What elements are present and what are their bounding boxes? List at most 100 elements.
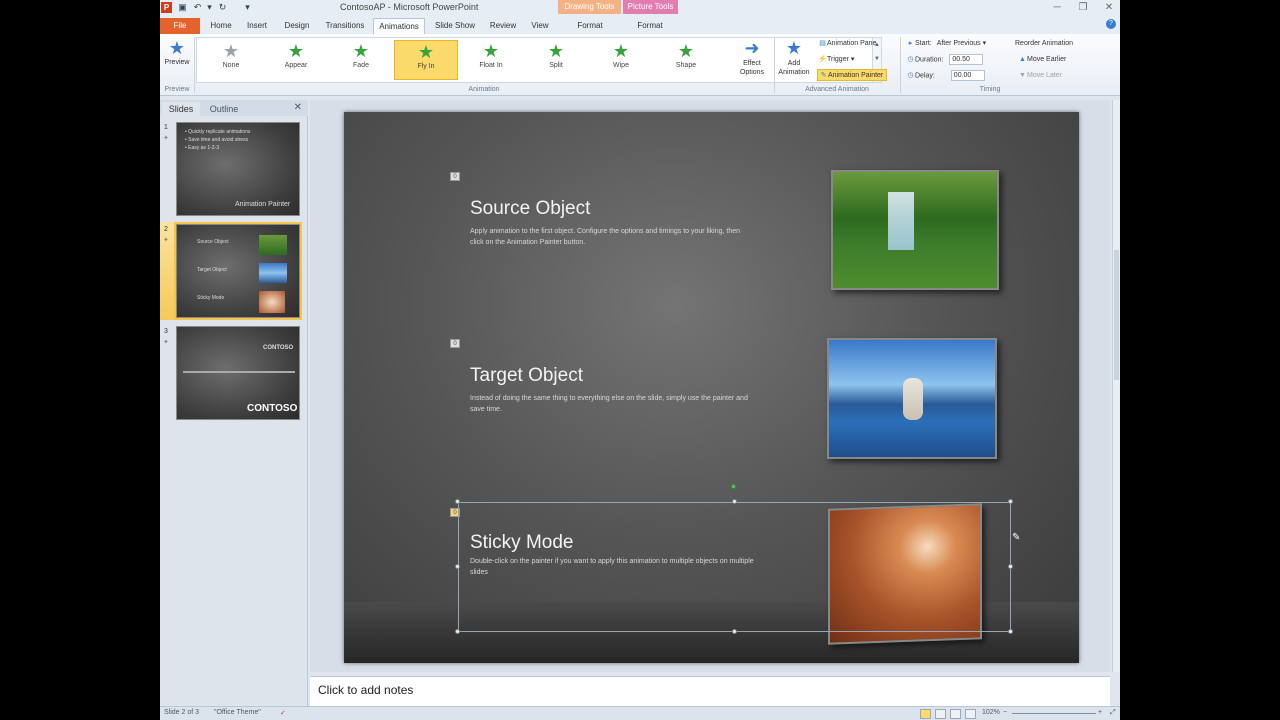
move-later-button[interactable]: ▼Move Later: [1018, 70, 1062, 82]
animation-fade[interactable]: ★ Fade: [329, 40, 393, 80]
vertical-scrollbar[interactable]: [1112, 100, 1120, 672]
fit-to-window-icon[interactable]: ⤢: [1110, 709, 1116, 717]
animation-none[interactable]: ★ None: [199, 40, 263, 80]
paintbrush-icon: ✎: [820, 72, 827, 79]
spellcheck-icon[interactable]: ✓: [280, 709, 286, 717]
tab-review[interactable]: Review: [485, 18, 521, 34]
resize-handle-w[interactable]: [455, 564, 460, 569]
resize-handle-sw[interactable]: [455, 629, 460, 634]
tab-slides[interactable]: Slides: [162, 102, 200, 116]
delay-spinner[interactable]: 00.00: [950, 70, 985, 81]
tab-design[interactable]: Design: [278, 18, 316, 34]
animation-tag-1[interactable]: 0: [450, 172, 460, 181]
customize-qat-icon[interactable]: ▾: [242, 2, 253, 13]
undo-icon[interactable]: ↶: [192, 2, 203, 13]
animation-pane-button[interactable]: ▤Animation Pane: [818, 38, 876, 50]
stacked-stones-photo[interactable]: [827, 338, 997, 459]
shape-star-icon: ★: [677, 41, 695, 61]
animation-tag-2[interactable]: 0: [450, 339, 460, 348]
close-button[interactable]: ✕: [1102, 1, 1116, 14]
trigger-icon: ⚡: [818, 56, 827, 63]
duration-spinner[interactable]: 00.50: [949, 54, 984, 65]
close-pane-icon[interactable]: ✕: [294, 102, 302, 113]
tab-transitions[interactable]: Transitions: [320, 18, 370, 34]
start-field[interactable]: ▸ Start: After Previous ▾: [906, 38, 986, 50]
zoom-level[interactable]: 102%: [982, 709, 1000, 716]
resize-handle-e[interactable]: [1008, 564, 1013, 569]
rotation-handle[interactable]: [731, 484, 736, 489]
slide-number: 3: [164, 328, 168, 335]
animation-wipe[interactable]: ★ Wipe: [589, 40, 653, 80]
slide-canvas[interactable]: 0 Source Object Apply animation to the f…: [344, 112, 1079, 663]
zoom-slider[interactable]: [1012, 713, 1096, 714]
preview-button[interactable]: ★ Preview: [162, 38, 192, 66]
window-title: ContosoAP - Microsoft PowerPoint: [340, 2, 479, 12]
slide-thumbnail-2[interactable]: Source Object Target Object Sticky Mode: [174, 222, 302, 320]
zoom-in-icon[interactable]: +: [1098, 709, 1102, 716]
resize-handle-se[interactable]: [1008, 629, 1013, 634]
animation-float-in[interactable]: ★ Float In: [459, 40, 523, 80]
source-object-body[interactable]: Apply animation to the first object. Con…: [470, 226, 755, 248]
effect-options-button[interactable]: ➜ Effect Options: [732, 38, 772, 77]
delay-field[interactable]: ◷Delay: 00.00: [906, 70, 985, 82]
save-icon[interactable]: ▣: [177, 2, 188, 13]
ribbon: ★ Preview Preview ★ None ★ Appear ★ Fade…: [160, 34, 1120, 96]
normal-view-button[interactable]: [920, 709, 931, 719]
powerpoint-app-icon[interactable]: P: [161, 2, 172, 13]
pane-tabs: Slides Outline ✕: [160, 100, 308, 116]
move-later-icon: ▼: [1019, 72, 1026, 79]
tab-insert[interactable]: Insert: [240, 18, 274, 34]
reading-view-button[interactable]: [950, 709, 961, 719]
forest-waterfall-photo[interactable]: [831, 170, 999, 290]
animation-appear[interactable]: ★ Appear: [264, 40, 328, 80]
slide-thumbnail-1[interactable]: • Quickly replicate animations • Save ti…: [176, 122, 300, 216]
tab-home[interactable]: Home: [205, 18, 237, 34]
zoom-out-icon[interactable]: −: [1003, 709, 1007, 716]
source-object-title[interactable]: Source Object: [470, 198, 590, 220]
help-icon[interactable]: ?: [1106, 19, 1116, 29]
tab-animations[interactable]: Animations: [373, 18, 425, 34]
delay-clock-icon: ◷: [907, 72, 914, 80]
duration-field[interactable]: ◷Duration: 00.50: [906, 54, 984, 66]
slide-sorter-view-button[interactable]: [935, 709, 946, 719]
animation-split[interactable]: ★ Split: [524, 40, 588, 80]
group-label-preview: Preview: [164, 86, 190, 93]
slide-counter: Slide 2 of 3: [164, 709, 200, 716]
minimize-button[interactable]: ─: [1050, 1, 1064, 14]
resize-handle-nw[interactable]: [455, 499, 460, 504]
tab-picture-format[interactable]: Format: [630, 18, 670, 34]
slides-pane: Slides Outline ✕ 1 ✦ • Quickly replicate…: [160, 100, 308, 706]
redo-icon[interactable]: ↻: [217, 2, 228, 13]
stone-stack: [903, 378, 923, 420]
slide-thumbnail-3[interactable]: CONTOSO CONTOSO: [176, 326, 300, 420]
animation-pane-icon: ▤: [819, 40, 826, 47]
tab-outline[interactable]: Outline: [202, 102, 246, 116]
resize-handle-ne[interactable]: [1008, 499, 1013, 504]
slide-show-view-button[interactable]: [965, 709, 976, 719]
animation-painter-button[interactable]: ✎ Animation Painter: [817, 69, 888, 81]
animation-marker-icon: ✦: [163, 237, 169, 244]
resize-handle-s[interactable]: [732, 629, 737, 634]
tab-drawing-format[interactable]: Format: [570, 18, 610, 34]
notes-pane[interactable]: Click to add notes: [310, 676, 1110, 706]
ribbon-separator: [900, 37, 901, 93]
resize-handle-n[interactable]: [732, 499, 737, 504]
restore-button[interactable]: ❐: [1076, 1, 1090, 14]
undo-dropdown-icon[interactable]: ▾: [204, 2, 215, 13]
theme-name[interactable]: "Office Theme": [214, 709, 261, 716]
target-object-title[interactable]: Target Object: [470, 365, 583, 387]
move-earlier-button[interactable]: ▲Move Earlier: [1018, 54, 1066, 66]
reorder-animation-label: Reorder Animation: [1015, 40, 1073, 47]
animation-fly-in[interactable]: ★ Fly In: [394, 40, 458, 80]
add-animation-button[interactable]: ★ Add Animation: [774, 38, 814, 77]
tab-slide-show[interactable]: Slide Show: [430, 18, 480, 34]
tab-file[interactable]: File: [160, 18, 200, 34]
target-object-body[interactable]: Instead of doing the same thing to every…: [470, 393, 755, 415]
selection-box[interactable]: [458, 502, 1011, 632]
context-drawing-tools: Drawing Tools: [558, 0, 621, 14]
animation-shape[interactable]: ★ Shape: [654, 40, 718, 80]
trigger-button[interactable]: ⚡Trigger ▾: [818, 54, 854, 66]
scrollbar-thumb[interactable]: [1114, 250, 1119, 380]
fade-star-icon: ★: [352, 41, 370, 61]
tab-view[interactable]: View: [526, 18, 554, 34]
